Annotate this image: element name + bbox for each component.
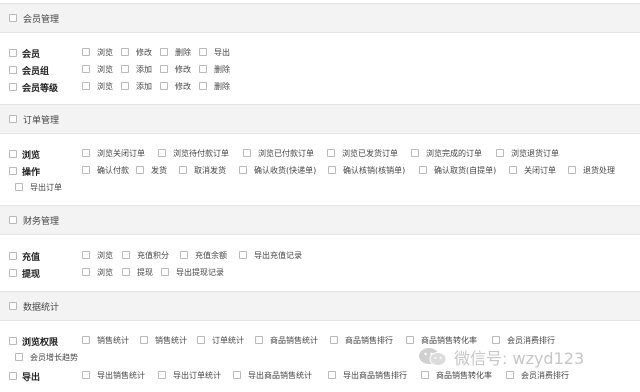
row-label: 会员等级	[22, 84, 59, 94]
perm-option[interactable]: 确认付款	[82, 165, 129, 176]
row-checkbox[interactable]	[9, 337, 17, 345]
perm-option[interactable]: 浏览	[82, 250, 113, 261]
perm-option[interactable]: 导出商品销售统计	[233, 370, 312, 381]
perm-row-order-browse: 浏览 浏览关闭订单 浏览待付款订单 浏览已付款订单 浏览已发货订单 浏览完成的订…	[0, 146, 640, 162]
perm-option[interactable]: 添加	[121, 81, 152, 92]
perm-row-stats-export: 导出 导出销售统计 导出订单统计 导出商品销售统计 导出商品销售排行 商品销售转…	[0, 368, 640, 384]
perm-option[interactable]: 导出销售统计	[82, 370, 145, 381]
section-header-member: 会员管理	[0, 3, 640, 33]
perm-row-member-group: 会员组 浏览 添加 修改 删除	[0, 62, 640, 78]
perm-option[interactable]: 添加	[121, 64, 152, 75]
perm-option[interactable]: 浏览已发货订单	[327, 148, 398, 159]
section-title-member: 会员管理	[23, 15, 60, 25]
perm-option[interactable]: 修改	[121, 47, 152, 58]
perm-row-member-level: 会员等级 浏览 添加 修改 删除	[0, 79, 640, 95]
wechat-watermark: 微信号: wzyd123	[418, 344, 632, 370]
perm-option[interactable]: 确认收货(快递单)	[239, 165, 316, 176]
section-title-stats: 数据统计	[23, 303, 60, 313]
perm-option[interactable]: 充值余额	[180, 250, 227, 261]
perm-option[interactable]: 修改	[160, 81, 191, 92]
row-checkbox[interactable]	[9, 150, 17, 158]
row-label: 浏览权限	[22, 338, 59, 348]
row-checkbox[interactable]	[9, 167, 17, 175]
section-checkbox-order[interactable]	[9, 115, 17, 123]
perm-option[interactable]: 商品销售转化率	[421, 370, 492, 381]
perm-option[interactable]: 导出提现记录	[161, 267, 224, 278]
perm-option[interactable]: 导出订单	[15, 182, 62, 193]
perm-option[interactable]: 删除	[199, 81, 230, 92]
row-checkbox[interactable]	[9, 66, 17, 74]
perm-option[interactable]: 修改	[160, 64, 191, 75]
perm-row-recharge: 充值 浏览 充值积分 充值余额 导出充值记录	[0, 248, 640, 264]
perm-option[interactable]: 导出	[199, 47, 230, 58]
row-label: 操作	[22, 168, 41, 178]
row-label: 充值	[22, 253, 41, 263]
perm-option[interactable]: 销售统计	[140, 335, 187, 346]
wechat-logo-icon	[418, 347, 448, 370]
perm-option[interactable]: 导出充值记录	[239, 250, 302, 261]
section-title-finance: 财务管理	[23, 217, 60, 227]
row-label: 浏览	[22, 151, 41, 161]
perm-option[interactable]: 删除	[199, 64, 230, 75]
perm-option[interactable]: 浏览已付款订单	[243, 148, 314, 159]
section-header-order: 订单管理	[0, 104, 640, 134]
row-label: 会员组	[22, 67, 50, 77]
perm-option[interactable]: 确认核销(核销单)	[328, 165, 405, 176]
row-label: 导出	[22, 373, 41, 383]
section-checkbox-finance[interactable]	[9, 216, 17, 224]
row-label: 提现	[22, 270, 41, 280]
section-header-finance: 财务管理	[0, 205, 640, 235]
perm-option[interactable]: 退货处理	[568, 165, 615, 176]
perm-option[interactable]: 导出订单统计	[158, 370, 221, 381]
section-checkbox-member[interactable]	[9, 14, 17, 22]
section-header-stats: 数据统计	[0, 291, 640, 321]
perm-option[interactable]: 导出商品销售排行	[328, 370, 407, 381]
row-checkbox[interactable]	[9, 252, 17, 260]
perm-option[interactable]: 商品销售排行	[330, 335, 393, 346]
perm-option[interactable]: 提现	[122, 267, 153, 278]
perm-row-order-ops: 操作 确认付款 发货 取消发货 确认收货(快递单) 确认核销(核销单) 确认取货…	[0, 163, 640, 179]
row-label: 会员	[22, 50, 41, 60]
perm-row-member: 会员 浏览 修改 删除 导出	[0, 45, 640, 61]
perm-row-withdraw: 提现 浏览 提现 导出提现记录	[0, 265, 640, 281]
perm-option[interactable]: 浏览退货订单	[496, 148, 559, 159]
perm-option[interactable]: 关闭订单	[509, 165, 556, 176]
perm-option[interactable]: 发货	[136, 165, 167, 176]
perm-option[interactable]: 商品销售统计	[255, 335, 318, 346]
row-checkbox[interactable]	[9, 83, 17, 91]
perm-option[interactable]: 浏览	[82, 81, 113, 92]
row-checkbox[interactable]	[9, 49, 17, 57]
perm-option[interactable]: 浏览关闭订单	[82, 148, 145, 159]
perm-option[interactable]: 取消发货	[179, 165, 226, 176]
row-checkbox[interactable]	[9, 372, 17, 380]
perm-option[interactable]: 会员消费排行	[506, 370, 569, 381]
perm-option[interactable]: 浏览	[82, 267, 113, 278]
perm-option[interactable]: 浏览	[82, 47, 113, 58]
perm-option[interactable]: 浏览	[82, 64, 113, 75]
perm-option[interactable]: 会员增长趋势	[15, 352, 78, 363]
perm-option[interactable]: 浏览待付款订单	[158, 148, 229, 159]
perm-option[interactable]: 销售统计	[82, 335, 129, 346]
perm-option[interactable]: 订单统计	[197, 335, 244, 346]
section-title-order: 订单管理	[23, 116, 60, 126]
row-checkbox[interactable]	[9, 269, 17, 277]
watermark-text: 微信号: wzyd123	[454, 349, 585, 368]
perm-option[interactable]: 确认取货(自提单)	[419, 165, 496, 176]
perm-option[interactable]: 删除	[160, 47, 191, 58]
section-checkbox-stats[interactable]	[9, 302, 17, 310]
perm-option[interactable]: 浏览完成的订单	[411, 148, 482, 159]
perm-option[interactable]: 充值积分	[122, 250, 169, 261]
perm-row-order-ops-wrap: 导出订单	[0, 180, 640, 196]
